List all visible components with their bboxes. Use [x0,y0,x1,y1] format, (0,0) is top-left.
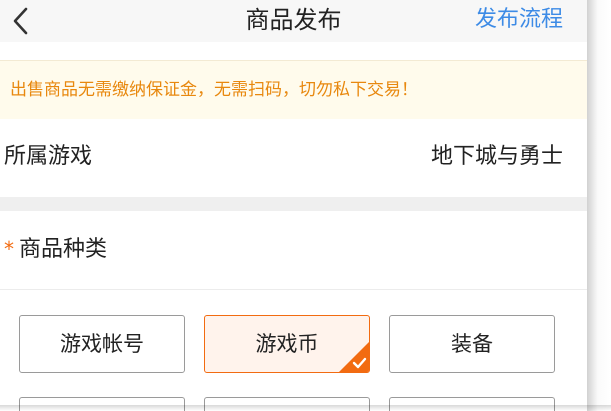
required-mark: * [4,237,14,261]
screenshot-shadow [587,0,611,411]
option-game-account[interactable]: 游戏帐号 [19,315,185,373]
notice-banner: 出售商品无需缴纳保证金，无需扫码，切勿私下交易！ [0,60,587,120]
option-label: 游戏币 [255,332,319,356]
app-screen: 商品发布 发布流程 出售商品无需缴纳保证金，无需扫码，切勿私下交易！ 所属游戏 … [0,0,587,411]
option-label: 游戏帐号 [60,332,144,356]
category-label: 商品种类 [19,237,108,262]
option-game-currency[interactable]: 游戏币 [204,315,370,373]
check-icon [339,342,369,372]
option-label: 装备 [451,332,493,356]
category-row: * 商品种类 [0,211,587,290]
notice-text: 出售商品无需缴纳保证金，无需扫码，切勿私下交易！ [10,80,418,100]
option-equipment[interactable]: 装备 [389,315,555,373]
section-divider [0,197,587,211]
game-row[interactable]: 所属游戏 地下城与勇士 [0,119,587,197]
game-value: 地下城与勇士 [430,144,563,169]
publish-flow-link[interactable]: 发布流程 [475,0,563,42]
navigation-bar: 商品发布 发布流程 [0,0,587,42]
screenshot-shadow [0,405,611,411]
game-label: 所属游戏 [4,144,93,169]
